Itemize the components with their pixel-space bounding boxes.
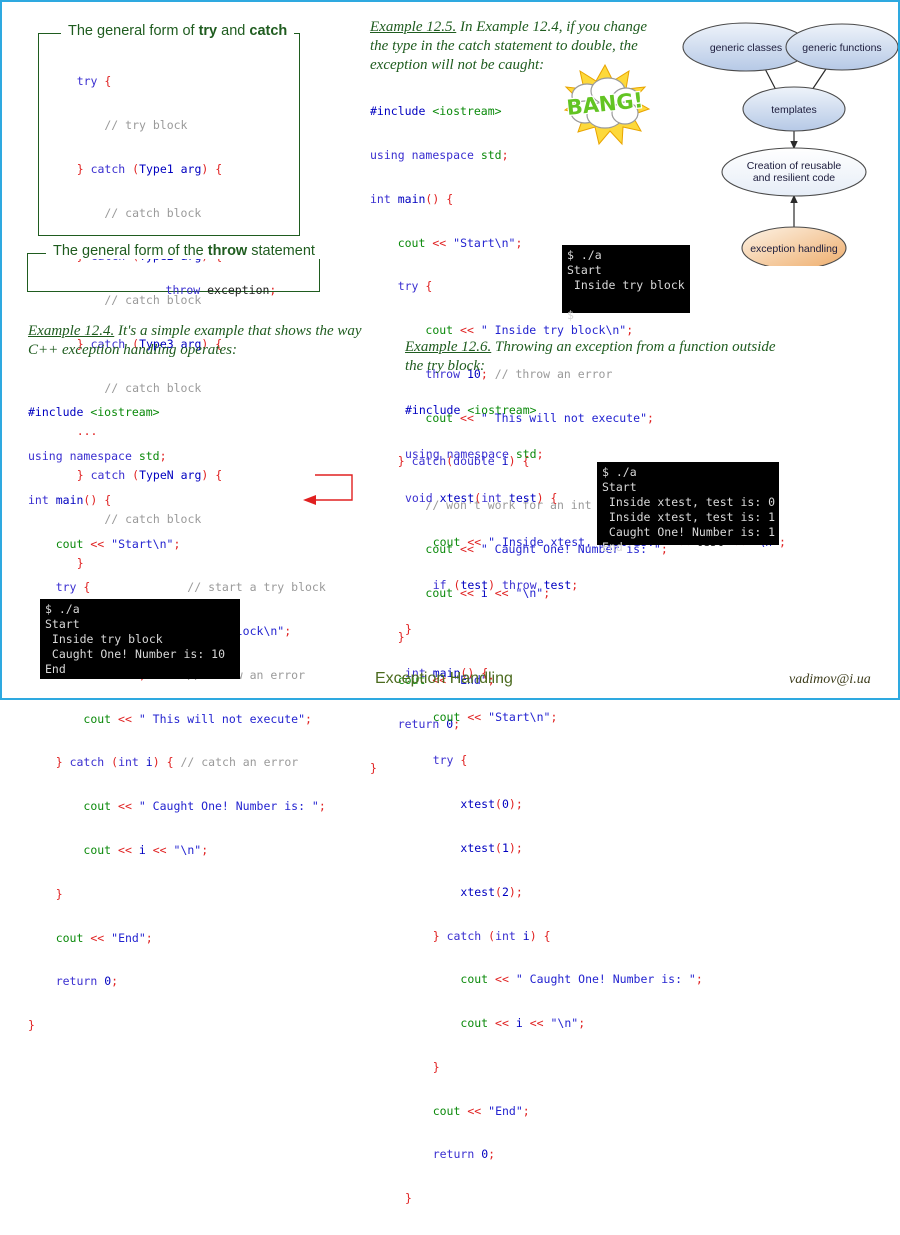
diagram-label-reusable-code-line2: and resilient code [753, 172, 835, 184]
example-126-terminal: $ ./a Start Inside xtest, test is: 0 Ins… [597, 462, 779, 554]
try-catch-form-box: The general form of try and catch try { … [38, 23, 300, 570]
throw-form-legend: The general form of the throw statement [46, 243, 322, 259]
diagram-label-generic-functions: generic functions [802, 42, 881, 54]
throw-form-code: throw exception; [165, 282, 277, 297]
try-catch-form-legend: The general form of try and catch [61, 23, 295, 39]
example-124-label: Example 12.4. [28, 323, 115, 339]
footer-email: vadimov@i.ua [789, 672, 871, 687]
legend-text-post: statement [247, 243, 315, 259]
example-124-terminal: $ ./a Start Inside try block Caught One!… [40, 599, 240, 679]
example-124-code: #include <iostream> using namespace std;… [28, 405, 326, 1033]
legend-keyword-try: try [198, 23, 218, 39]
templates-concept-diagram: generic classes generic functions templa… [682, 22, 898, 266]
legend-keyword-throw: throw [207, 243, 248, 259]
throw-form-box: The general form of the throw statement … [27, 243, 322, 297]
example-125-label: Example 12.5. [370, 19, 457, 35]
diagram-label-reusable-code-line1: Creation of reusable [747, 160, 842, 172]
example-126-caption: Example 12.6. Throwing an exception from… [405, 338, 780, 376]
legend-text-pre: The general form of the [53, 243, 208, 259]
diagram-node-exception-handling: exception handling [741, 226, 847, 266]
example-126-label: Example 12.6. [405, 339, 492, 355]
legend-text-pre: The general form of [68, 23, 199, 39]
throw-to-catch-arrow-icon [303, 474, 353, 505]
diagram-node-reusable-code: Creation of reusable and resilient code [721, 147, 867, 197]
diagram-node-templates: templates [742, 86, 846, 132]
legend-text-mid: and [217, 23, 250, 39]
legend-keyword-catch: catch [249, 23, 288, 39]
bang-explosion-icon: BANG! [555, 64, 656, 146]
slide-canvas: The general form of try and catch try { … [0, 0, 900, 1205]
diagram-label-generic-classes: generic classes [710, 42, 782, 54]
diagram-label-exception-handling: exception handling [750, 243, 838, 255]
footer-title: Exception Handling [375, 670, 513, 687]
example-124-caption: Example 12.4. It's a simple example that… [28, 322, 363, 360]
diagram-node-generic-functions: generic functions [785, 23, 898, 71]
diagram-label-templates: templates [771, 104, 817, 116]
